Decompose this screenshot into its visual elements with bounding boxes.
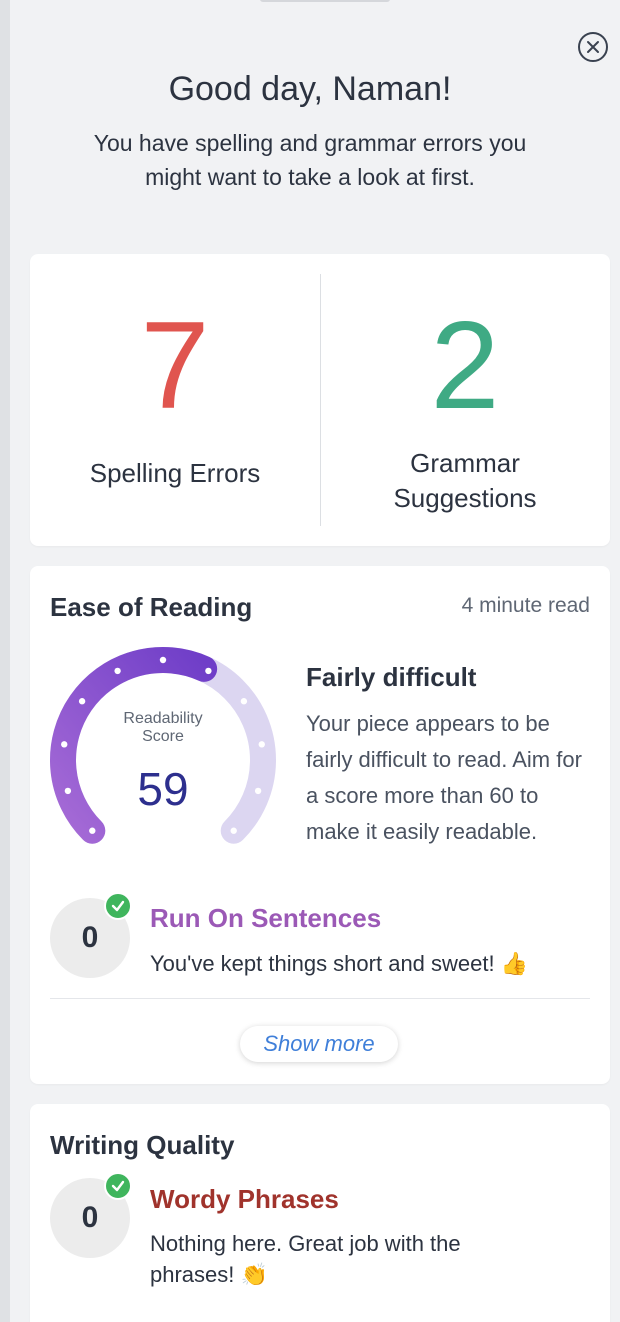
wordy-phrases-description: Nothing here. Great job with the phrases… — [150, 1231, 461, 1287]
writing-quality-card: Writing Quality 0 Wordy Phrases Nothing … — [30, 1104, 610, 1322]
gauge-label-line1: Readability — [123, 710, 203, 727]
difficulty-description: Your piece appears to be fairly difficul… — [306, 711, 582, 844]
readability-gauge — [50, 647, 276, 844]
gauge-tick-dot — [254, 787, 262, 795]
gauge-tick-dot — [205, 667, 212, 675]
writing-quality-title: Writing Quality — [50, 1130, 235, 1160]
content-fade — [30, 984, 610, 1014]
close-icon — [587, 41, 599, 53]
assistant-panel: Good day, Naman! You have spelling and g… — [10, 0, 620, 1322]
gauge-tick-dot — [78, 698, 86, 705]
readability-score-label: Readability Score — [78, 710, 248, 746]
run-on-count: 0 — [81, 921, 99, 954]
spelling-errors-stat[interactable]: 7 Spelling Errors — [30, 254, 320, 546]
run-on-sentences-description: You've kept things short and sweet! 👍 — [150, 951, 529, 976]
spelling-errors-label: Spelling Errors — [89, 458, 261, 488]
gauge-tick-dot — [159, 656, 167, 664]
grammar-suggestions-label: Grammar Suggestions — [320, 446, 610, 516]
section-divider — [50, 998, 590, 999]
gauge-tick-dot — [61, 741, 68, 748]
gauge-tick-dot — [240, 698, 248, 705]
stats-card: 7 Spelling Errors 2 Grammar Suggestions — [30, 254, 610, 546]
gauge-tick-dot — [230, 827, 237, 834]
ease-of-reading-card: Ease of Reading 4 minute read Readabilit… — [30, 566, 610, 1084]
grammar-suggestions-count: 2 — [430, 297, 500, 435]
panel-handle — [260, 0, 390, 2]
grammar-label-line1: Grammar — [410, 448, 520, 478]
check-icon — [104, 892, 132, 920]
difficulty-title: Fairly difficult — [306, 662, 477, 692]
close-button[interactable] — [578, 32, 608, 62]
ease-of-reading-title: Ease of Reading — [50, 592, 253, 622]
gauge-tick-dot — [114, 667, 121, 675]
show-more-button[interactable]: Show more — [240, 1026, 398, 1062]
check-icon — [104, 1172, 132, 1200]
gauge-tick-dot — [64, 787, 72, 795]
grammar-label-line2: Suggestions — [393, 483, 537, 513]
spelling-errors-count: 7 — [140, 297, 210, 435]
greeting-subtitle: You have spelling and grammar errors you… — [93, 130, 527, 190]
readability-score-value: 59 — [137, 763, 189, 815]
greeting-title: Good day, Naman! — [168, 70, 452, 108]
wordy-phrases-title[interactable]: Wordy Phrases — [150, 1184, 339, 1215]
wordy-count: 0 — [81, 1201, 99, 1234]
gauge-tick-dot — [258, 741, 265, 748]
gauge-label-line2: Score — [142, 728, 184, 745]
grammar-suggestions-stat[interactable]: 2 Grammar Suggestions — [320, 254, 610, 546]
read-time: 4 minute read — [461, 594, 590, 617]
run-on-sentences-title[interactable]: Run On Sentences — [150, 903, 381, 934]
gauge-tick-dot — [89, 827, 96, 834]
